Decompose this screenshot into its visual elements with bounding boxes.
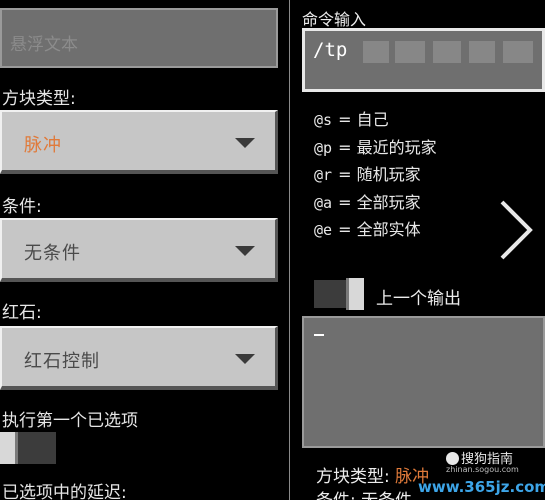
selector-item: @e = 全部实体	[314, 220, 421, 239]
toggle-knob[interactable]	[346, 278, 364, 310]
previous-output-label: 上一个输出	[376, 289, 461, 309]
selector-item: @p = 最近的玩家	[314, 137, 437, 157]
toggle-knob[interactable]	[0, 432, 18, 464]
command-text: /tp	[313, 39, 348, 61]
redstone-label: 红石:	[2, 303, 42, 323]
execute-first-label: 执行第一个已选项	[2, 411, 138, 431]
block-type-value: 脉冲	[24, 135, 62, 156]
redacted-block	[469, 41, 495, 63]
redstone-dropdown[interactable]: 红石控制	[0, 326, 278, 390]
redacted-block	[395, 41, 425, 63]
condition-value: 无条件	[24, 243, 81, 264]
dropdown-arrow-icon	[235, 246, 255, 256]
command-block-settings-panel: 悬浮文本 方块类型: 脉冲 条件: 无条件 红石: 红石控制 执行第一个已选项 …	[0, 0, 290, 500]
block-type-label: 方块类型:	[2, 89, 76, 109]
sogou-url-watermark: zhinan.sogou.com	[446, 465, 519, 474]
site-watermark: www.365jz.com	[418, 478, 545, 496]
redacted-block	[433, 41, 461, 63]
condition-label: 条件:	[2, 197, 42, 217]
selector-item: @a = 全部玩家	[314, 192, 421, 212]
previous-output-toggle[interactable]	[314, 278, 364, 310]
info-block-type: 方块类型: 脉冲	[316, 467, 430, 487]
info-condition: 条件: 无条件	[316, 486, 412, 500]
hover-text-placeholder: 悬浮文本	[10, 35, 78, 55]
dropdown-arrow-icon	[235, 354, 255, 364]
redacted-block	[503, 41, 533, 63]
chevron-right-icon[interactable]	[496, 198, 536, 262]
selector-help-list: @s = 自己 @p = 最近的玩家 @r = 随机玩家 @a = 全部玩家 @e = 全…	[314, 106, 437, 244]
block-type-dropdown[interactable]: 脉冲	[0, 110, 278, 174]
delay-label: 已选项中的延迟:	[2, 483, 127, 500]
hover-text-input[interactable]: 悬浮文本	[0, 8, 278, 68]
redacted-block	[363, 41, 389, 63]
condition-dropdown[interactable]: 无条件	[0, 218, 278, 282]
selector-item: @r = 随机玩家	[314, 165, 421, 184]
dropdown-arrow-icon	[235, 138, 255, 148]
sogou-logo-icon	[446, 452, 459, 465]
execute-first-toggle[interactable]	[0, 432, 56, 464]
previous-output-box	[302, 316, 545, 448]
selector-item: @s = 自己	[314, 110, 389, 129]
redstone-value: 红石控制	[24, 351, 100, 372]
command-input-label: 命令输入	[302, 10, 367, 29]
command-input-panel: 命令输入 /tp @s = 自己 @p = 最近的玩家 @r = 随机玩家 @a = 全…	[290, 0, 545, 500]
command-input-field[interactable]: /tp	[302, 28, 545, 92]
text-cursor	[314, 334, 324, 336]
